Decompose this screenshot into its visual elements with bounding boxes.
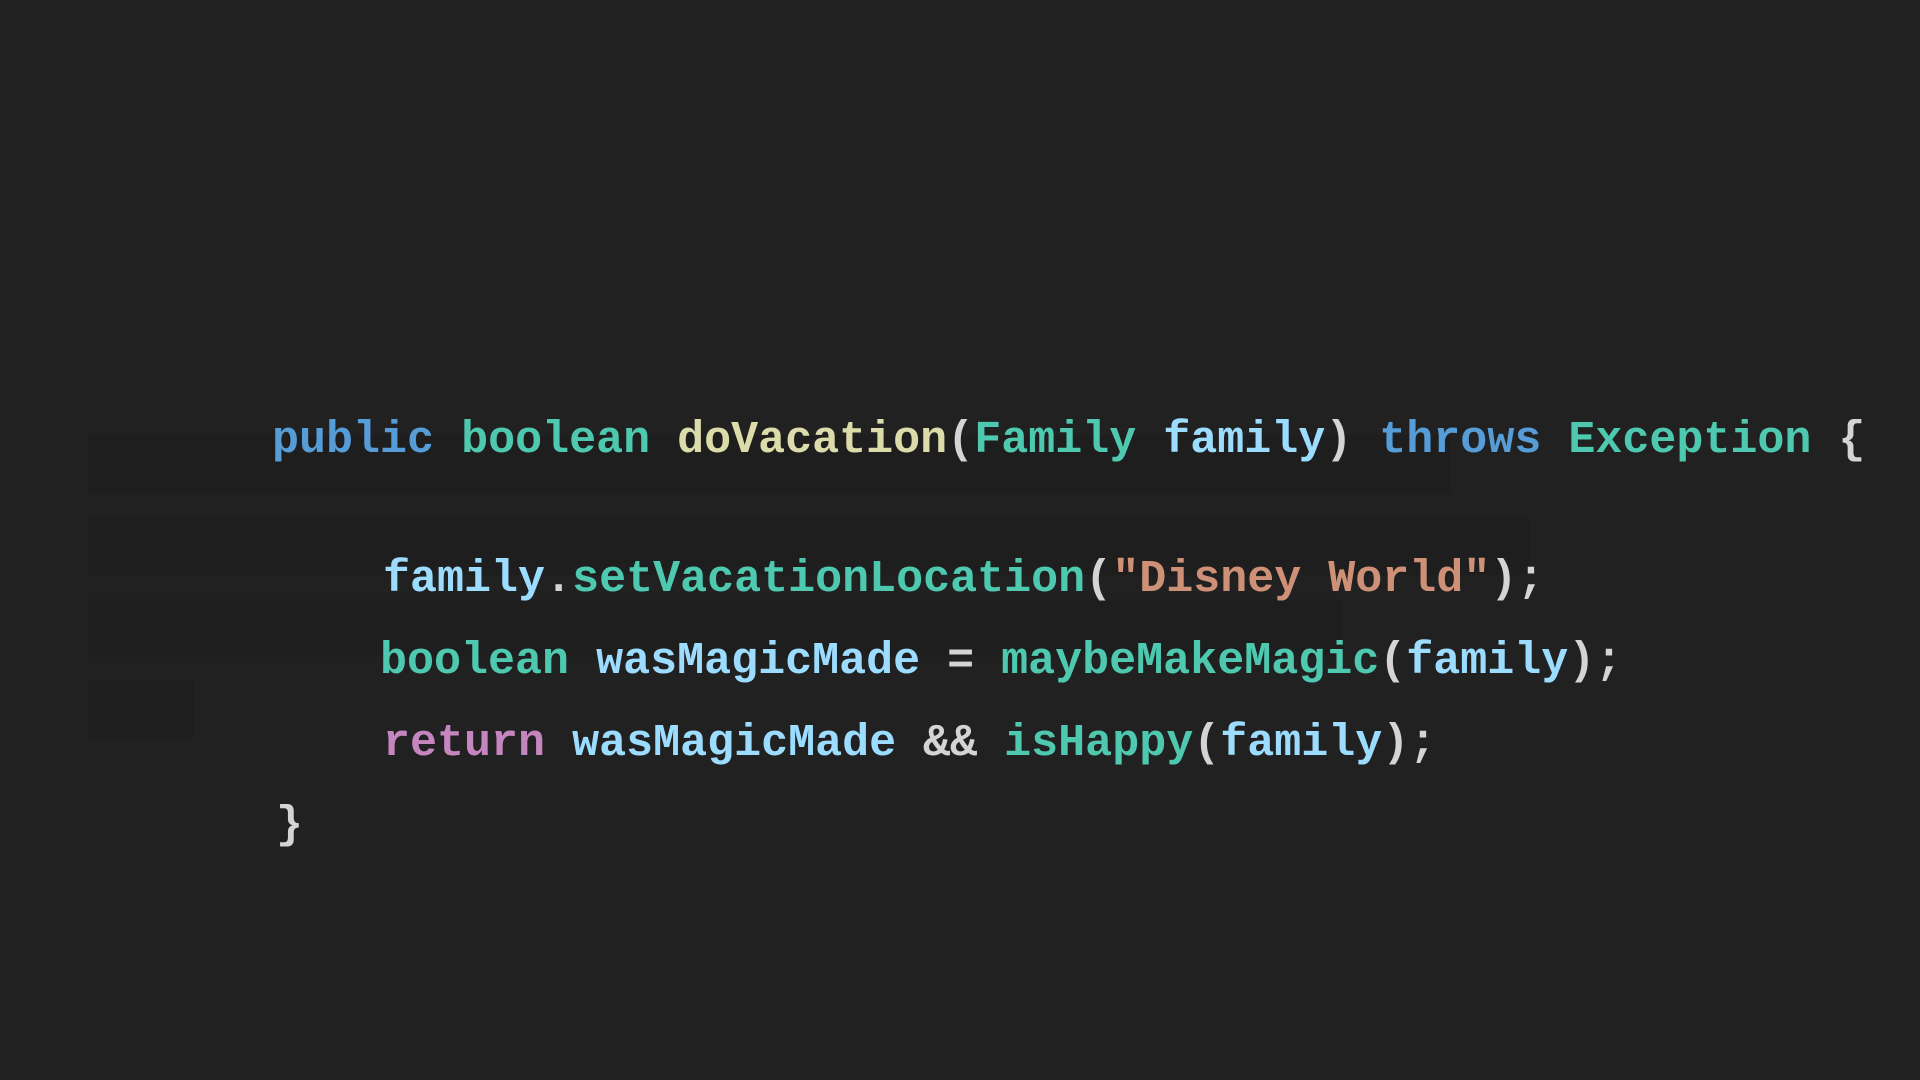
code-token-variable: family bbox=[1406, 636, 1569, 687]
code-line-1: public boolean doVacation(Family family)… bbox=[0, 354, 1865, 466]
code-token-punctuation: . bbox=[545, 554, 573, 605]
code-token-string: "Disney World" bbox=[1112, 554, 1491, 605]
code-token-type: Family bbox=[974, 415, 1137, 466]
code-token-keyword: public bbox=[272, 415, 435, 466]
code-token-type: maybeMakeMagic bbox=[1001, 636, 1380, 687]
code-line-2-text: family.setVacationLocation("Disney World… bbox=[108, 554, 1544, 605]
code-token-punctuation: { bbox=[1838, 415, 1866, 466]
code-token-variable: family bbox=[383, 554, 546, 605]
code-token-type: boolean bbox=[461, 415, 651, 466]
code-token-control: return bbox=[383, 718, 546, 769]
code-token-punctuation: ) bbox=[1325, 415, 1353, 466]
code-token-punctuation: ( bbox=[1379, 636, 1407, 687]
code-token-punctuation: = bbox=[920, 636, 1002, 687]
code-token-type: isHappy bbox=[1004, 718, 1194, 769]
code-token-punctuation: } bbox=[276, 800, 304, 851]
code-token-variable: wasMagicMade bbox=[572, 718, 897, 769]
code-token-punctuation: ); bbox=[1568, 636, 1623, 687]
code-token-punctuation: && bbox=[896, 718, 1005, 769]
code-token-punctuation: ( bbox=[1085, 554, 1113, 605]
code-line-1-text: public boolean doVacation(Family family)… bbox=[108, 415, 1865, 466]
code-token-punctuation: ( bbox=[1193, 718, 1221, 769]
code-token-keyword: throws bbox=[1379, 415, 1542, 466]
code-token-punctuation: ); bbox=[1490, 554, 1545, 605]
code-token-function: doVacation bbox=[677, 415, 948, 466]
code-token-punctuation: ( bbox=[947, 415, 975, 466]
code-token-variable: family bbox=[1220, 718, 1383, 769]
code-line-4-text: return wasMagicMade && isHappy(family); bbox=[108, 718, 1436, 769]
code-token-type: setVacationLocation bbox=[572, 554, 1086, 605]
code-token-type: Exception bbox=[1568, 415, 1812, 466]
code-editor: public boolean doVacation(Family family)… bbox=[0, 0, 1920, 1080]
code-token-punctuation: ); bbox=[1382, 718, 1437, 769]
code-token-type: boolean bbox=[380, 636, 570, 687]
code-token-variable: wasMagicMade bbox=[596, 636, 921, 687]
code-token-variable: family bbox=[1163, 415, 1326, 466]
code-line-3-text: boolean wasMagicMade = maybeMakeMagic(fa… bbox=[108, 636, 1622, 687]
code-line-5-text: } bbox=[108, 800, 303, 851]
